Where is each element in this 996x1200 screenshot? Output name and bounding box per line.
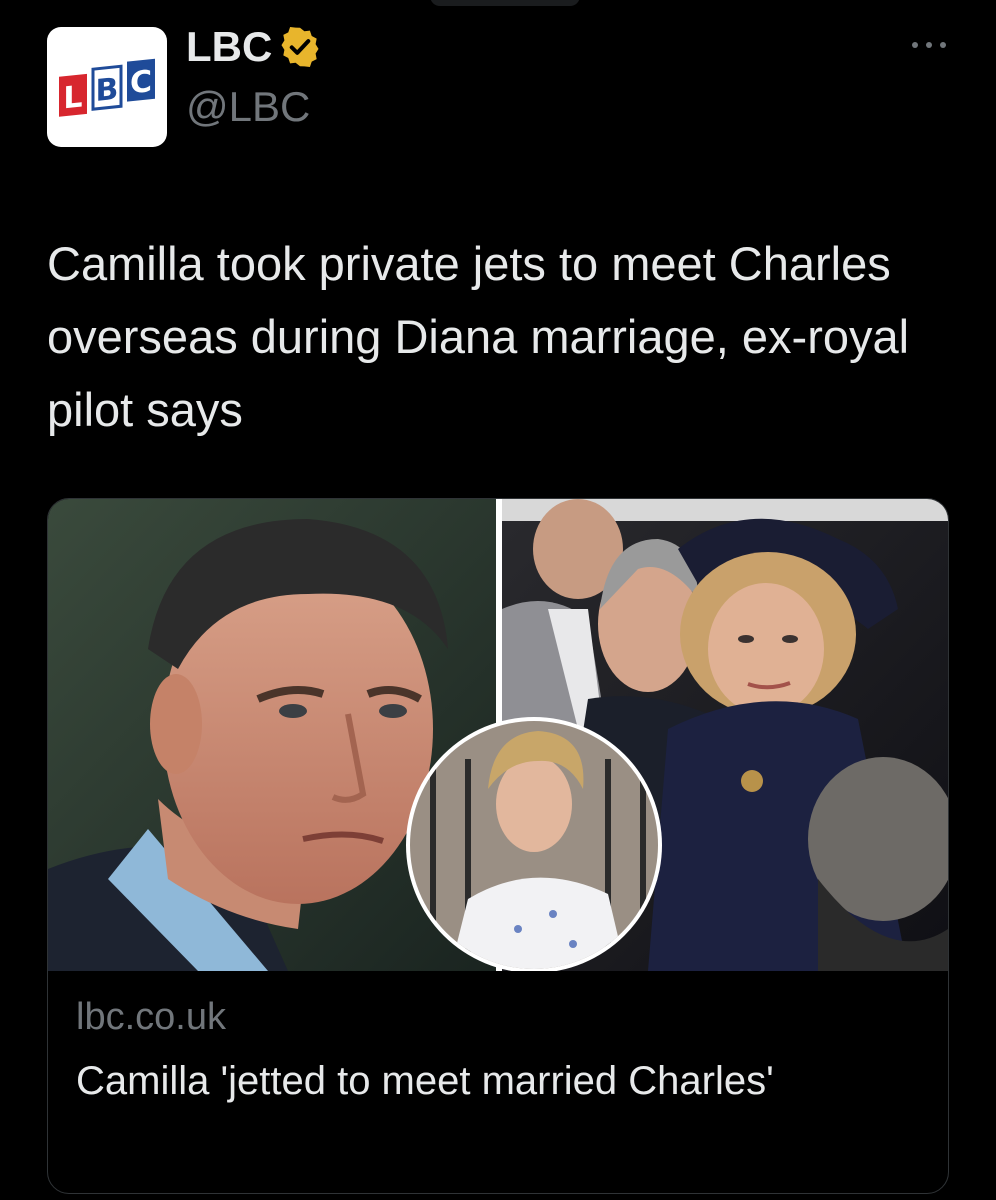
tweet-author[interactable]: LBC @LBC — [186, 22, 322, 134]
dot — [940, 42, 946, 48]
logo-letter-l: L — [63, 79, 82, 116]
dot — [912, 42, 918, 48]
verified-badge-icon — [281, 27, 319, 67]
logo-letter-c: C — [130, 64, 152, 101]
link-preview-image[interactable] — [48, 499, 948, 971]
lbc-logo: L B C — [59, 58, 155, 117]
more-options-icon[interactable] — [912, 36, 946, 54]
tweet-text: Camilla took private jets to meet Charle… — [47, 237, 910, 436]
link-domain[interactable]: lbc.co.uk — [76, 991, 916, 1043]
display-name[interactable]: LBC — [186, 22, 272, 72]
account-handle[interactable]: @LBC — [186, 80, 322, 134]
link-title[interactable]: Camilla 'jetted to meet married Charles' — [76, 1053, 916, 1109]
account-avatar[interactable]: L B C — [47, 27, 167, 147]
link-preview-card[interactable]: lbc.co.uk Camilla 'jetted to meet marrie… — [47, 498, 949, 1194]
logo-letter-b: B — [96, 72, 119, 109]
previous-content-sliver — [430, 0, 580, 6]
dot — [926, 42, 932, 48]
